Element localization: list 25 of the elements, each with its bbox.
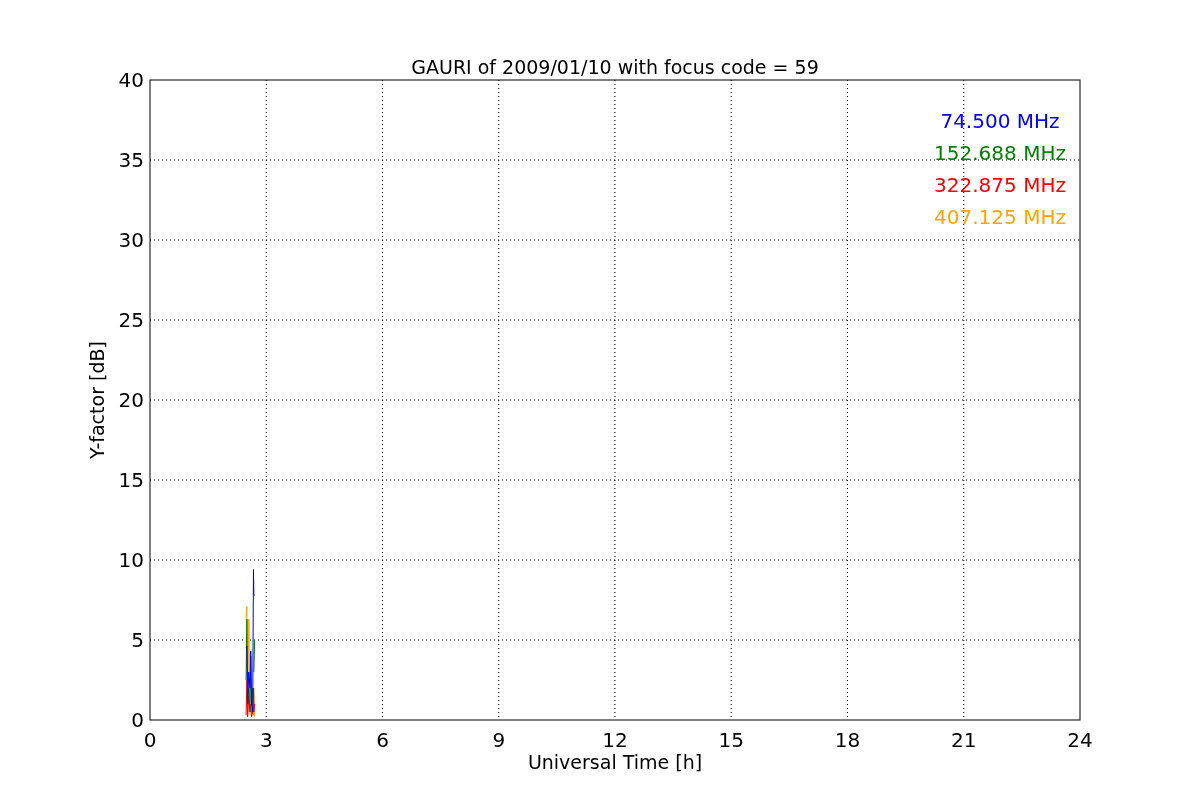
x-tick-label: 0 (143, 728, 157, 752)
y-tick-label: 10 (118, 548, 144, 572)
y-tick-label: 40 (118, 68, 144, 92)
legend-label: 74.500 MHz (940, 109, 1060, 133)
y-axis-label: Y-factor [dB] (86, 341, 108, 459)
y-tick-label: 25 (118, 308, 144, 332)
y-tick-label: 15 (118, 468, 144, 492)
x-tick-label: 21 (951, 728, 977, 752)
y-tick-label: 35 (118, 148, 144, 172)
y-tick-label: 20 (118, 388, 144, 412)
legend-label: 152.688 MHz (934, 141, 1066, 165)
x-tick-label: 9 (492, 728, 506, 752)
chart-title: GAURI of 2009/01/10 with focus code = 59 (411, 56, 819, 78)
y-tick-label: 30 (118, 228, 144, 252)
y-tick-label: 5 (131, 628, 144, 652)
x-tick-label: 12 (602, 728, 628, 752)
x-tick-label: 24 (1067, 728, 1093, 752)
legend-label: 322.875 MHz (934, 173, 1066, 197)
x-tick-label: 6 (376, 728, 389, 752)
x-tick-label: 3 (259, 728, 273, 752)
y-tick-label: 0 (131, 708, 144, 732)
x-tick-label: 18 (834, 728, 861, 752)
x-tick-label: 15 (718, 728, 744, 752)
x-axis-label: Universal Time [h] (527, 751, 703, 773)
legend-label: 407.125 MHz (934, 205, 1066, 229)
